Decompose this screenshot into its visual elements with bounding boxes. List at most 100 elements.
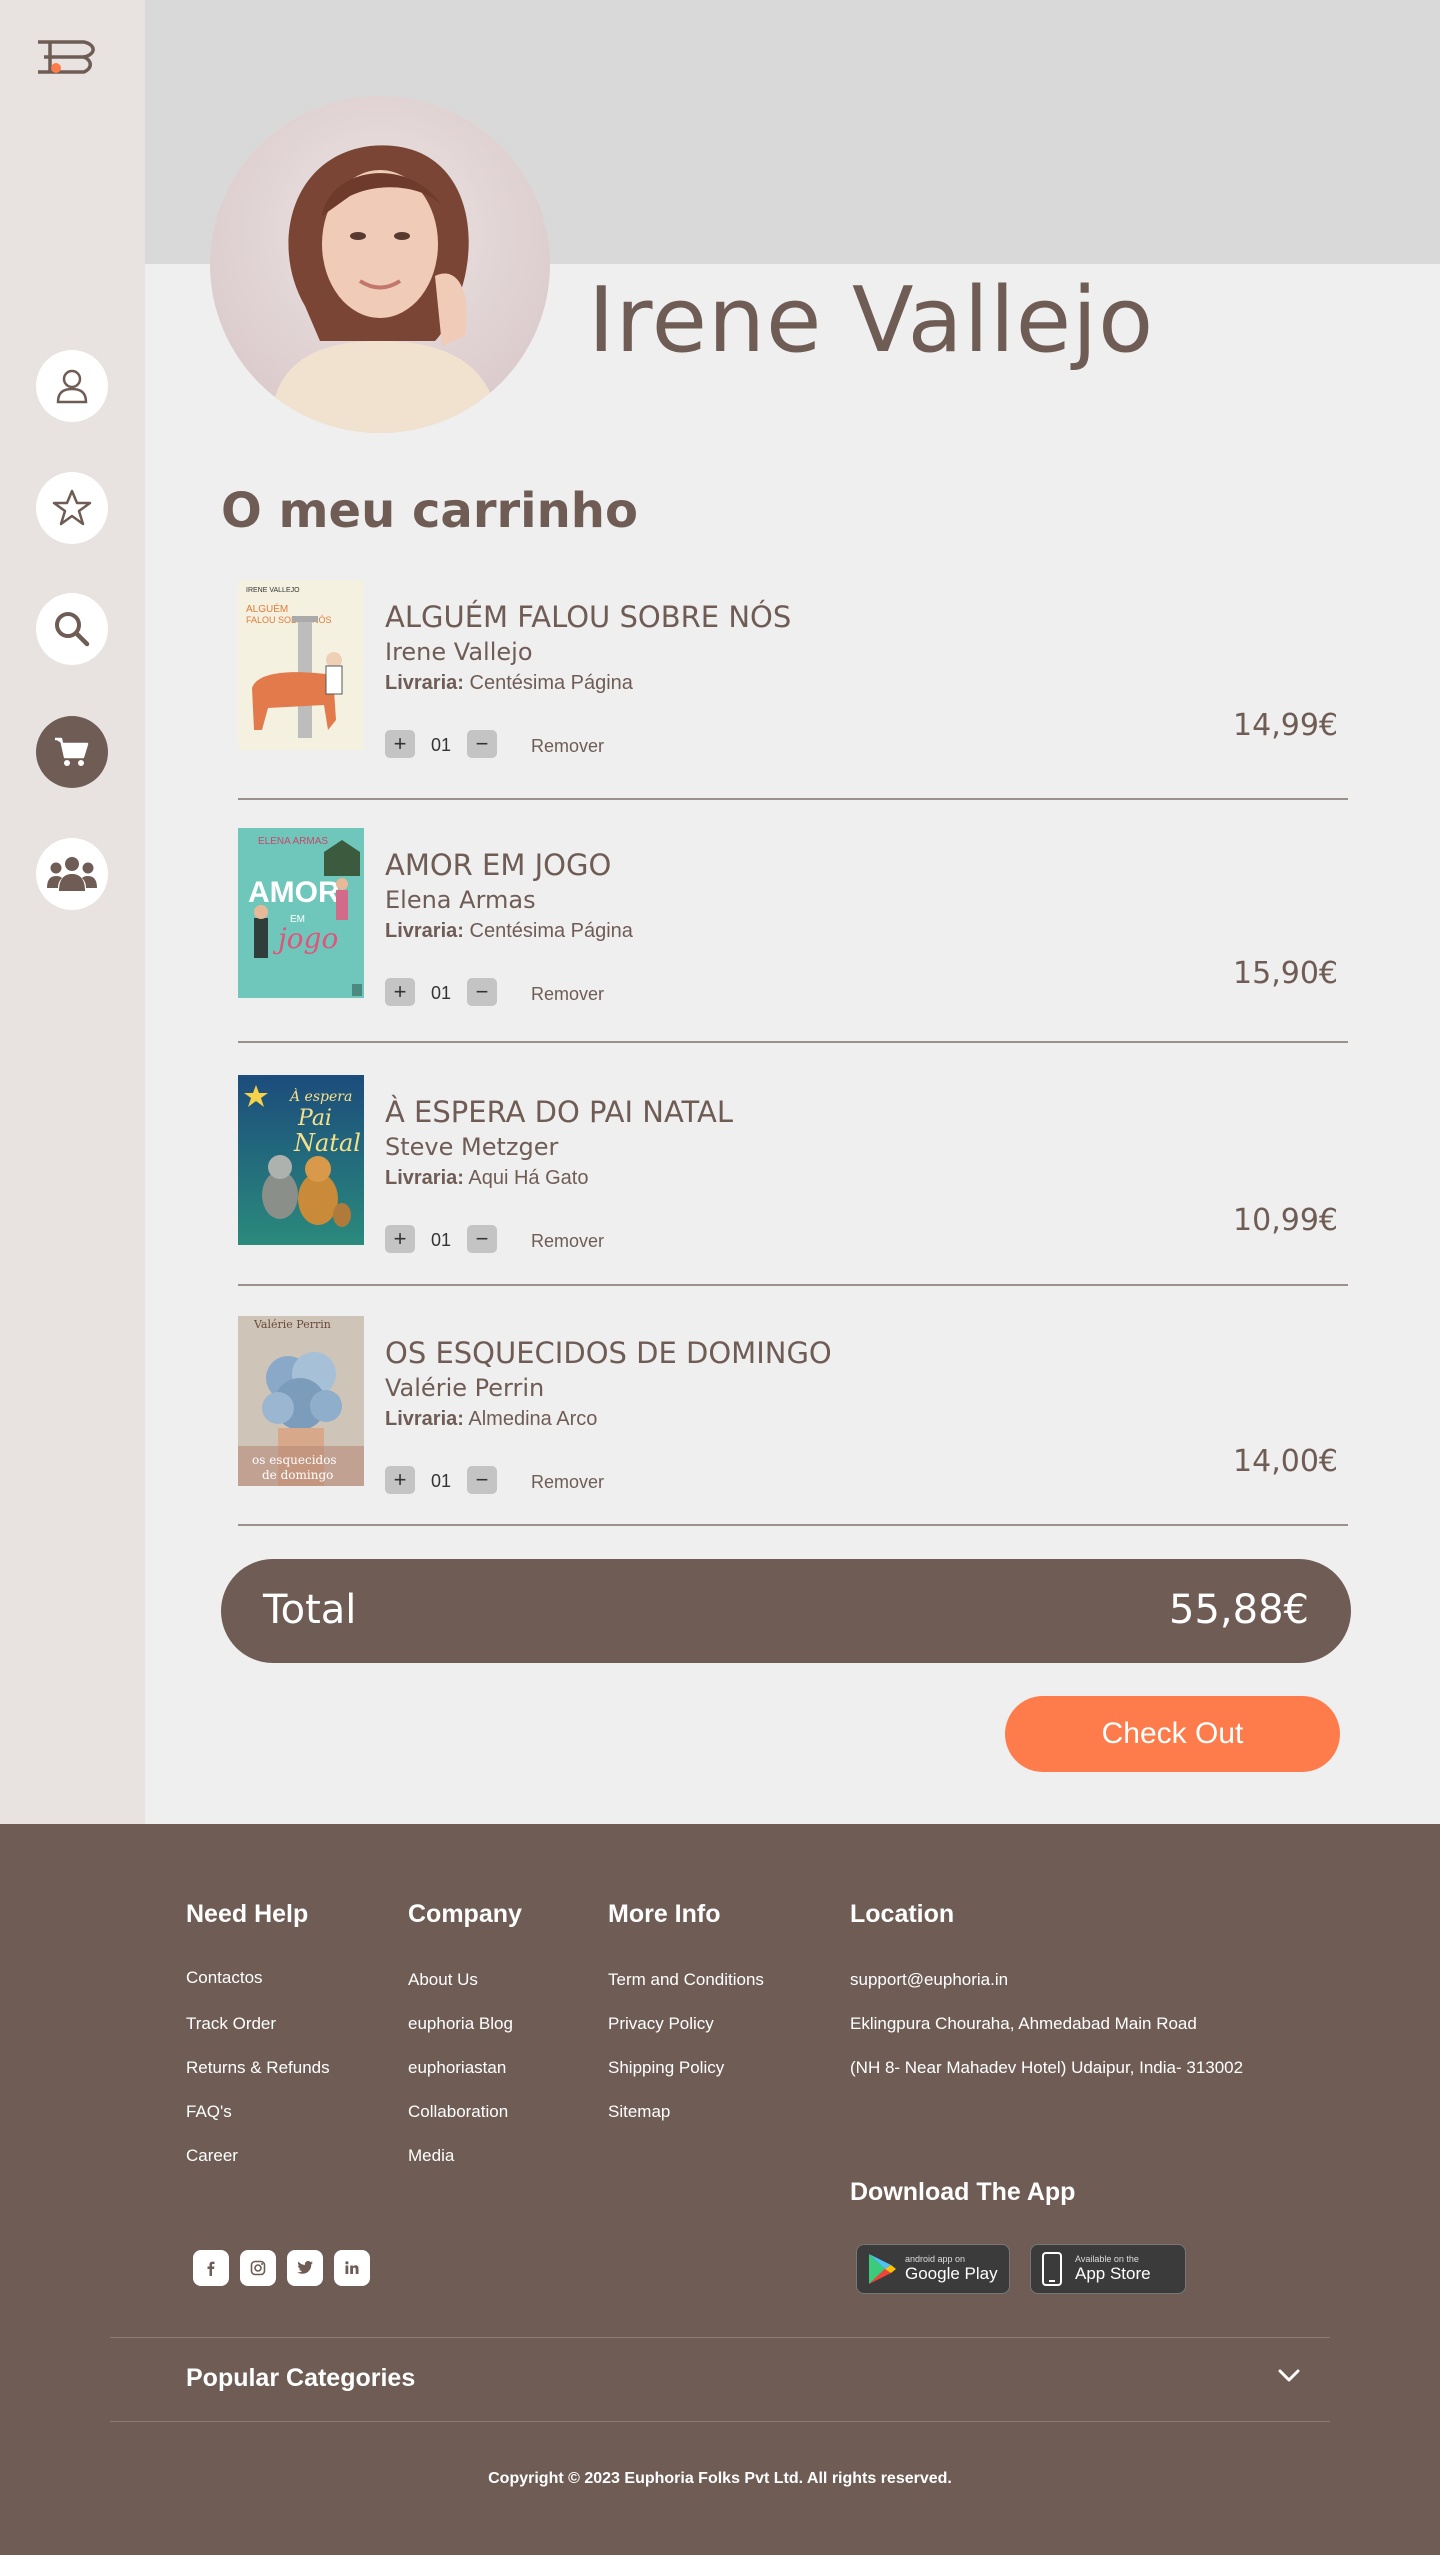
plus-icon: +: [393, 731, 407, 756]
item-title[interactable]: ALGUÉM FALOU SOBRE NÓS: [385, 600, 791, 634]
book-cover: Valérie Perrin os esquecidos de domingo: [238, 1316, 364, 1486]
remove-button[interactable]: Remover: [531, 736, 604, 757]
checkout-button[interactable]: Check Out: [1005, 1696, 1340, 1772]
svg-text:IRENE VALLEJO: IRENE VALLEJO: [246, 587, 300, 594]
users-icon: [47, 857, 97, 891]
qty-increase-button[interactable]: +: [385, 1466, 415, 1494]
minus-icon: −: [475, 1226, 489, 1251]
store-prefix: Livraria:: [385, 672, 464, 694]
chevron-down-icon[interactable]: [1278, 2369, 1300, 2388]
item-author[interactable]: Steve Metzger: [385, 1133, 558, 1161]
qty-decrease-button[interactable]: −: [467, 978, 497, 1006]
footer-address-line: Eklingpura Chouraha, Ahmedabad Main Road: [850, 2014, 1197, 2033]
svg-text:os esquecidos: os esquecidos: [252, 1453, 337, 1467]
instagram-button[interactable]: [240, 2250, 276, 2286]
footer-download-heading: Download The App: [850, 2178, 1076, 2206]
item-store: Livraria: Aqui Há Gato: [385, 1167, 588, 1190]
footer-link[interactable]: Media: [408, 2146, 454, 2166]
item-divider: [238, 798, 1348, 800]
sidebar-community-button[interactable]: [36, 838, 108, 910]
qty-decrease-button[interactable]: −: [467, 1466, 497, 1494]
qty-decrease-button[interactable]: −: [467, 730, 497, 758]
footer-link[interactable]: About Us: [408, 1970, 478, 1990]
sidebar-profile-button[interactable]: [36, 350, 108, 422]
item-title[interactable]: À ESPERA DO PAI NATAL: [385, 1095, 733, 1129]
google-play-small-text: android app on: [905, 2254, 966, 2264]
sidebar-cart-button[interactable]: [36, 716, 108, 788]
twitter-button[interactable]: [287, 2250, 323, 2286]
footer-link[interactable]: euphoriastan: [408, 2058, 506, 2078]
item-divider: [238, 1524, 1348, 1526]
qty-increase-button[interactable]: +: [385, 1225, 415, 1253]
footer: Need Help Contactos Track Order Returns …: [0, 1824, 1440, 2555]
logo[interactable]: [36, 38, 108, 76]
plus-icon: +: [393, 1467, 407, 1492]
qty-value: 01: [431, 1230, 452, 1250]
footer-email[interactable]: support@euphoria.in: [850, 1970, 1008, 1990]
google-play-text: Google Play: [905, 2264, 998, 2283]
item-title[interactable]: OS ESQUECIDOS DE DOMINGO: [385, 1336, 832, 1370]
plus-icon: +: [393, 1226, 407, 1251]
store-name: Centésima Página: [469, 920, 633, 942]
qty-increase-button[interactable]: +: [385, 978, 415, 1006]
footer-link[interactable]: Shipping Policy: [608, 2058, 724, 2078]
linkedin-button[interactable]: [334, 2250, 370, 2286]
footer-link[interactable]: Career: [186, 2146, 238, 2166]
qty-value: 01: [431, 735, 452, 755]
qty-decrease-button[interactable]: −: [467, 1225, 497, 1253]
store-prefix: Livraria:: [385, 920, 464, 942]
popular-categories-toggle[interactable]: Popular Categories: [186, 2364, 415, 2393]
remove-button[interactable]: Remover: [531, 984, 604, 1005]
facebook-button[interactable]: [193, 2250, 229, 2286]
footer-link[interactable]: Term and Conditions: [608, 1970, 764, 1990]
qty-increase-button[interactable]: +: [385, 730, 415, 758]
avatar: [210, 96, 550, 433]
app-store-badge[interactable]: Available on the App Store: [1030, 2244, 1186, 2294]
linkedin-icon: [345, 2261, 359, 2274]
item-price: 10,99€: [1233, 1203, 1338, 1238]
store-name: Aqui Há Gato: [468, 1167, 589, 1189]
google-play-icon: [869, 2254, 896, 2284]
book-cover: À espera Pai Natal: [238, 1075, 364, 1245]
footer-more-info-heading: More Info: [608, 1900, 721, 1928]
app-store-small-text: Available on the: [1075, 2254, 1139, 2264]
svg-text:jogo: jogo: [272, 922, 338, 955]
twitter-icon: [297, 2261, 313, 2274]
footer-link[interactable]: Privacy Policy: [608, 2014, 714, 2034]
footer-link[interactable]: Collaboration: [408, 2102, 508, 2122]
item-price: 14,99€: [1233, 708, 1338, 743]
item-author[interactable]: Irene Vallejo: [385, 638, 533, 666]
item-store: Livraria: Centésima Página: [385, 920, 633, 943]
facebook-icon: [207, 2261, 215, 2276]
item-author[interactable]: Elena Armas: [385, 886, 536, 914]
plus-icon: +: [393, 979, 407, 1004]
sidebar-search-button[interactable]: [36, 593, 108, 665]
minus-icon: −: [475, 731, 489, 756]
footer-link[interactable]: Returns & Refunds: [186, 2058, 330, 2078]
footer-address-line: (NH 8- Near Mahadev Hotel) Udaipur, Indi…: [850, 2058, 1244, 2077]
google-play-badge[interactable]: android app on Google Play: [856, 2244, 1010, 2294]
star-icon: [52, 489, 92, 526]
remove-button[interactable]: Remover: [531, 1472, 604, 1493]
item-store: Livraria: Centésima Página: [385, 672, 633, 695]
qty-value: 01: [431, 1471, 452, 1491]
search-icon: [55, 612, 90, 647]
footer-link[interactable]: Contactos: [186, 1968, 263, 1988]
svg-text:AMOR: AMOR: [248, 876, 340, 909]
footer-link[interactable]: Sitemap: [608, 2102, 670, 2122]
footer-link[interactable]: Track Order: [186, 2014, 276, 2034]
user-icon: [56, 369, 88, 404]
footer-link[interactable]: FAQ's: [186, 2102, 232, 2122]
cart-icon: [55, 737, 89, 766]
footer-divider: [110, 2337, 1330, 2338]
store-name: Almedina Arco: [468, 1408, 598, 1430]
remove-button[interactable]: Remover: [531, 1231, 604, 1252]
sidebar-favorites-button[interactable]: [36, 472, 108, 544]
phone-icon: [1042, 2252, 1062, 2286]
svg-text:de domingo: de domingo: [262, 1468, 333, 1482]
item-title[interactable]: AMOR EM JOGO: [385, 848, 611, 882]
item-author[interactable]: Valérie Perrin: [385, 1374, 544, 1402]
svg-text:ELENA ARMAS: ELENA ARMAS: [258, 836, 328, 847]
sidebar: [0, 0, 145, 1824]
footer-link[interactable]: euphoria Blog: [408, 2014, 513, 2034]
